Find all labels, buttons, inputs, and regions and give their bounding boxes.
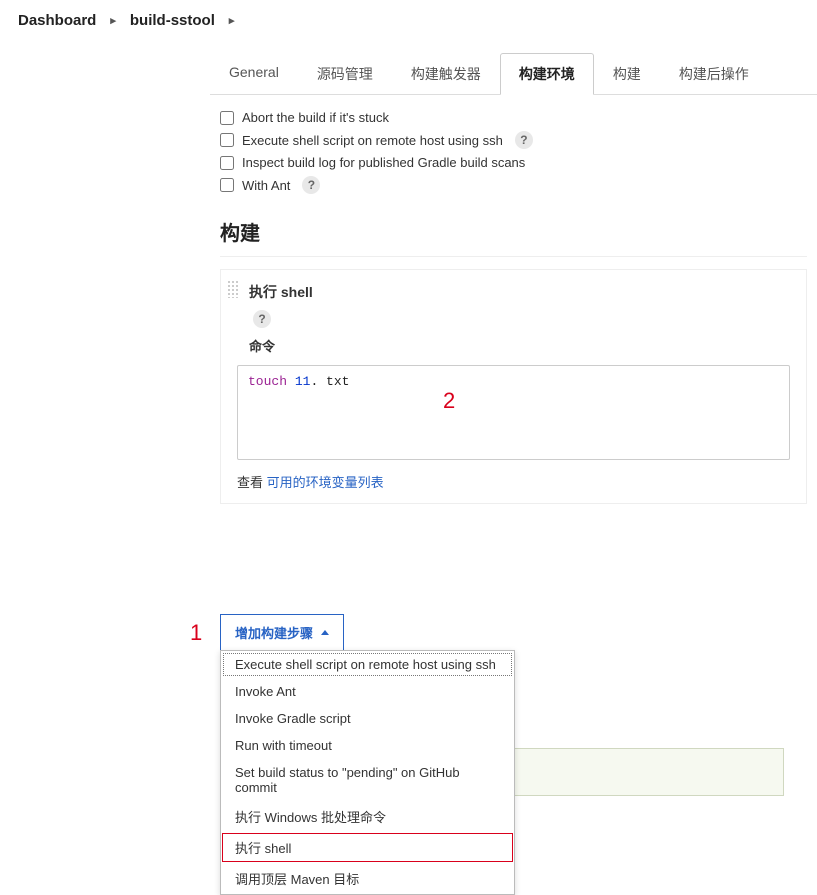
checkbox-label: Execute shell script on remote host usin…: [242, 133, 503, 148]
code-arg-suffix: . txt: [310, 374, 349, 389]
checkbox-abort[interactable]: [220, 111, 234, 125]
env-vars-link[interactable]: 可用的环境变量列表: [267, 475, 384, 490]
env-option-ant: With Ant ?: [220, 173, 807, 197]
annotation-two: 2: [443, 388, 455, 414]
step-title: 执行 shell: [249, 282, 790, 302]
checkbox-label: Inspect build log for published Gradle b…: [242, 155, 525, 170]
caret-up-icon: [321, 630, 329, 635]
add-build-step-label: 增加构建步骤: [235, 623, 313, 642]
code-keyword: touch: [248, 374, 287, 389]
dropdown-item[interactable]: 执行 Windows 批处理命令: [221, 801, 514, 832]
breadcrumb: Dashboard ▸ build-sstool ▸: [0, 0, 817, 41]
shell-command-input[interactable]: touch 11. txt 2: [237, 365, 790, 460]
env-vars-line: 查看 可用的环境变量列表: [237, 472, 790, 491]
code-arg-num: 11: [295, 374, 311, 389]
tab-scm[interactable]: 源码管理: [298, 53, 392, 95]
dropdown-item[interactable]: 执行 shell: [221, 832, 514, 863]
help-icon[interactable]: ?: [515, 131, 533, 149]
tab-build[interactable]: 构建: [594, 53, 660, 95]
breadcrumb-item-project[interactable]: build-sstool: [130, 12, 215, 29]
env-option-abort: Abort the build if it's stuck: [220, 107, 807, 128]
help-icon[interactable]: ?: [253, 310, 271, 328]
add-step-dropdown: Execute shell script on remote host usin…: [220, 650, 515, 895]
config-tabs: General 源码管理 构建触发器 构建环境 构建 构建后操作: [210, 53, 817, 95]
dropdown-item[interactable]: Invoke Gradle script: [221, 705, 514, 732]
tab-build-env[interactable]: 构建环境: [500, 53, 594, 95]
tab-post-build[interactable]: 构建后操作: [660, 53, 768, 95]
checkbox-label: With Ant: [242, 178, 290, 193]
drag-handle-icon[interactable]: [227, 280, 239, 298]
chevron-right-icon: ▸: [110, 14, 116, 27]
chevron-right-icon: ▸: [229, 14, 235, 27]
checkbox-ssh[interactable]: [220, 133, 234, 147]
annotation-one: 1: [190, 620, 202, 646]
dropdown-item[interactable]: Set build status to "pending" on GitHub …: [221, 759, 514, 801]
tab-triggers[interactable]: 构建触发器: [392, 53, 500, 95]
add-build-step-button[interactable]: 增加构建步骤: [220, 614, 344, 651]
breadcrumb-item-dashboard[interactable]: Dashboard: [18, 12, 96, 29]
checkbox-gradle-scan[interactable]: [220, 156, 234, 170]
dropdown-item[interactable]: 调用顶层 Maven 目标: [221, 863, 514, 894]
command-label: 命令: [249, 336, 790, 355]
build-section-title: 构建: [220, 197, 807, 257]
env-option-ssh: Execute shell script on remote host usin…: [220, 128, 807, 152]
tab-general[interactable]: General: [210, 53, 298, 95]
dropdown-item[interactable]: Execute shell script on remote host usin…: [221, 651, 514, 678]
dropdown-item[interactable]: Run with timeout: [221, 732, 514, 759]
env-option-gradle-scan: Inspect build log for published Gradle b…: [220, 152, 807, 173]
build-step-shell: 执行 shell ? 命令 touch 11. txt 2 查看 可用的环境变量…: [220, 269, 807, 504]
checkbox-ant[interactable]: [220, 178, 234, 192]
dropdown-item[interactable]: Invoke Ant: [221, 678, 514, 705]
help-icon[interactable]: ?: [302, 176, 320, 194]
checkbox-label: Abort the build if it's stuck: [242, 110, 389, 125]
